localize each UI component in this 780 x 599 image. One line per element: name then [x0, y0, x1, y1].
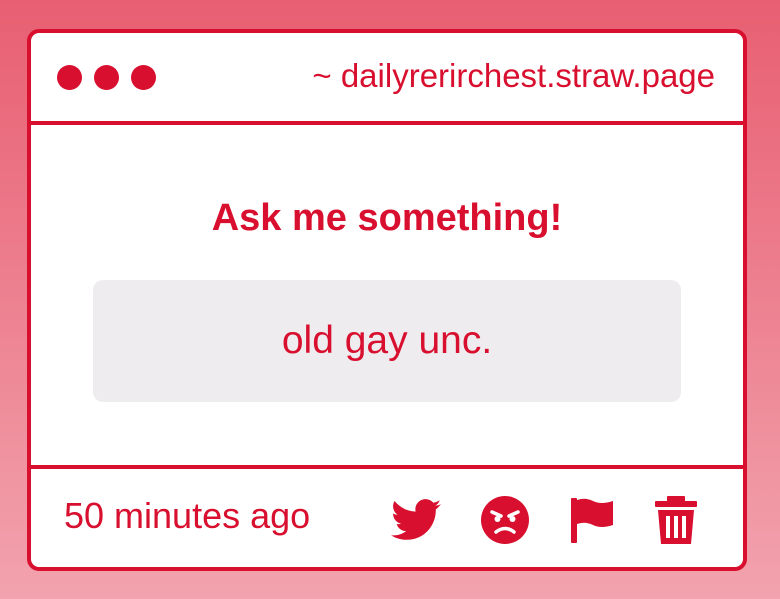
angry-face-icon: [481, 496, 529, 544]
window-dot-2[interactable]: [94, 65, 119, 90]
footer-bar: 50 minutes ago: [31, 465, 743, 567]
delete-button[interactable]: [649, 493, 703, 547]
flag-icon: [571, 498, 613, 543]
main-content: Ask me something! old gay unc.: [31, 125, 743, 465]
timestamp: 50 minutes ago: [64, 495, 311, 536]
app-window: ~ dailyrerirchest.straw.page Ask me some…: [27, 29, 747, 571]
window-controls: [57, 65, 156, 90]
title-bar: ~ dailyrerirchest.straw.page: [31, 33, 743, 125]
question-box: old gay unc.: [93, 280, 681, 402]
page-title: Ask me something!: [211, 197, 563, 239]
page-url: ~ dailyrerirchest.straw.page: [312, 57, 715, 94]
twitter-icon: [391, 499, 441, 540]
react-angry-button[interactable]: [478, 493, 532, 547]
window-dot-1[interactable]: [57, 65, 82, 90]
share-twitter-button[interactable]: [389, 493, 443, 547]
trash-icon: [655, 496, 697, 544]
window-dot-3[interactable]: [131, 65, 156, 90]
question-text: old gay unc.: [281, 319, 493, 362]
report-flag-button[interactable]: [565, 493, 619, 547]
